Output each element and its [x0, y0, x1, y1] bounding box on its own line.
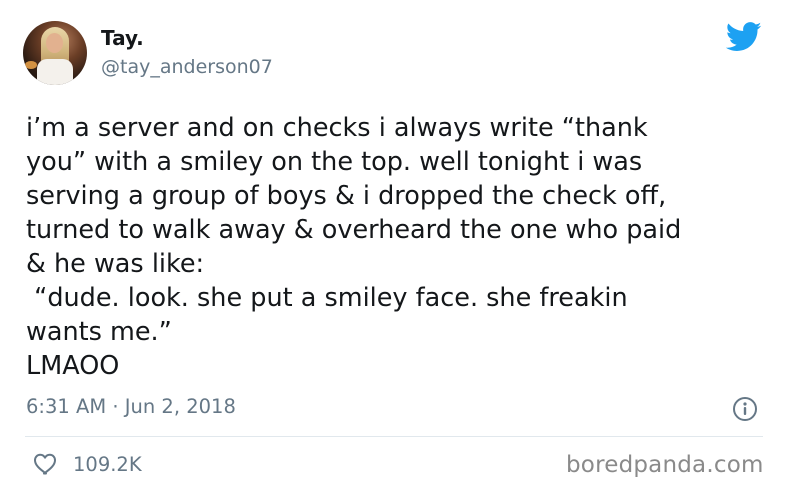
info-icon[interactable] — [732, 396, 758, 422]
twitter-bird-icon[interactable] — [726, 22, 762, 52]
avatar-face — [46, 33, 63, 53]
avatar[interactable] — [23, 21, 87, 85]
watermark: boredpanda.com — [566, 452, 764, 478]
tweet-card: Tay. @tay_anderson07 i’m a server and on… — [0, 0, 788, 496]
likes-count[interactable]: 109.2K — [73, 453, 142, 476]
divider — [25, 436, 763, 437]
avatar-dress — [37, 59, 73, 85]
avatar-background-light — [25, 61, 37, 69]
heart-icon[interactable] — [33, 452, 59, 476]
tweet-timestamp[interactable]: 6:31 AM · Jun 2, 2018 — [26, 395, 236, 418]
display-name[interactable]: Tay. — [101, 26, 144, 50]
tweet-text: i’m a server and on checks i always writ… — [26, 113, 682, 381]
user-handle[interactable]: @tay_anderson07 — [101, 56, 273, 78]
